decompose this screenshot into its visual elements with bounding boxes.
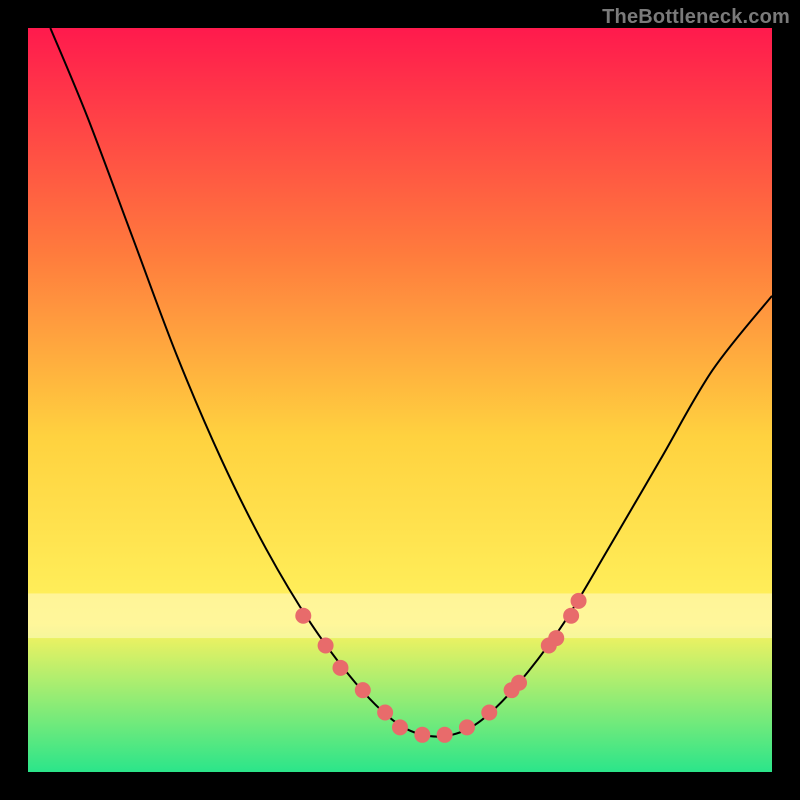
highlight-band xyxy=(28,593,772,638)
marker-dot xyxy=(377,704,393,720)
marker-dot xyxy=(414,727,430,743)
gradient-background xyxy=(28,28,772,772)
marker-dot xyxy=(571,593,587,609)
watermark-text: TheBottleneck.com xyxy=(602,6,790,29)
marker-dot xyxy=(332,660,348,676)
marker-dot xyxy=(318,638,334,654)
marker-dot xyxy=(355,682,371,698)
marker-dot xyxy=(392,719,408,735)
marker-dot xyxy=(295,608,311,624)
marker-dot xyxy=(563,608,579,624)
marker-dot xyxy=(437,727,453,743)
marker-dot xyxy=(481,704,497,720)
chart-svg xyxy=(28,28,772,772)
marker-dot xyxy=(459,719,475,735)
marker-dot xyxy=(548,630,564,646)
marker-dot xyxy=(511,675,527,691)
